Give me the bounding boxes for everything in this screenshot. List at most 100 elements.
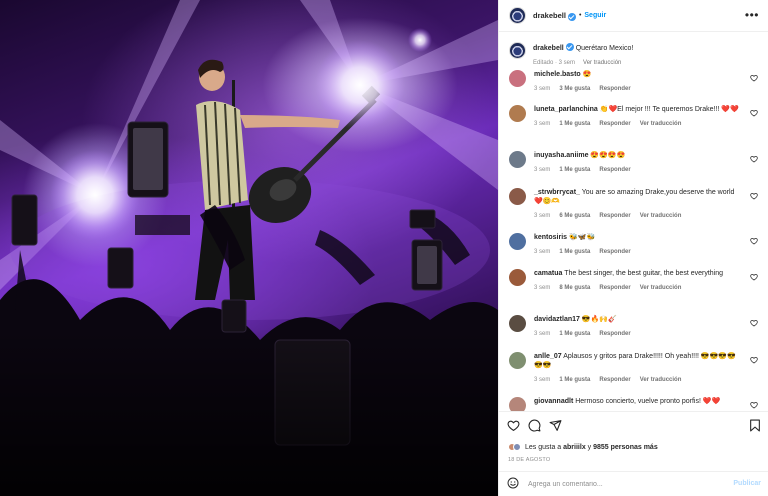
comment-icon[interactable] xyxy=(528,419,541,432)
commenter-username[interactable]: giovannadlt xyxy=(534,398,573,405)
comment-text: 😍 xyxy=(582,71,592,78)
comment-like-icon[interactable] xyxy=(750,109,758,117)
save-icon[interactable] xyxy=(749,419,761,432)
comment-item: inuyasha.aniime 😍😍😍😍 3 sem 1 Me gusta Respo… xyxy=(509,151,763,175)
commenter-username[interactable]: davidaztlan17 xyxy=(534,316,580,323)
reply-button[interactable]: Responder xyxy=(599,376,630,385)
comment-meta: 3 sem 6 Me gusta Responder Ver traducción xyxy=(534,212,739,221)
comment-body: inuyasha.aniime 😍😍😍😍 3 sem 1 Me gusta Respo… xyxy=(534,151,739,175)
likes-count[interactable]: 9855 personas más xyxy=(593,444,658,451)
post-photo[interactable] xyxy=(0,0,498,496)
post-date[interactable]: 18 DE AGOSTO xyxy=(508,457,550,463)
comment-input[interactable] xyxy=(528,480,718,488)
commenter-username[interactable]: anlle_07 xyxy=(534,353,562,360)
separator-dot: • xyxy=(578,12,582,19)
publish-button[interactable]: Publicar xyxy=(733,480,761,487)
comment-time[interactable]: 3 sem xyxy=(534,85,550,94)
caption-edited: Editado · 3 sem xyxy=(533,60,576,66)
emoji-icon[interactable] xyxy=(507,477,519,491)
comment-like-icon[interactable] xyxy=(750,74,758,82)
comment-like-icon[interactable] xyxy=(750,356,758,364)
heart-icon[interactable] xyxy=(507,419,520,432)
translate-link[interactable]: Ver traducción xyxy=(640,376,682,385)
reply-button[interactable]: Responder xyxy=(599,330,630,339)
comment-time[interactable]: 3 sem xyxy=(534,376,550,385)
comment-item: camatua The best singer, the best guitar… xyxy=(509,269,763,293)
comment-likes[interactable]: 1 Me gusta xyxy=(559,120,590,129)
commenter-avatar[interactable] xyxy=(509,233,526,250)
comment-likes[interactable]: 1 Me gusta xyxy=(559,166,590,175)
commenter-username[interactable]: camatua xyxy=(534,270,562,277)
verified-icon xyxy=(565,43,574,51)
commenter-username[interactable]: inuyasha.aniime xyxy=(534,152,588,159)
comment-likes[interactable]: 1 Me gusta xyxy=(559,248,590,257)
commenter-username[interactable]: luneta_parlanchina xyxy=(534,106,598,113)
comment-likes[interactable]: 8 Me gusta xyxy=(559,284,590,293)
author-username[interactable]: drakebell xyxy=(533,11,566,20)
instagram-post-viewer: drakebell • Seguir ••• drakebell Queréta… xyxy=(0,0,768,496)
reply-button[interactable]: Responder xyxy=(599,284,630,293)
commenter-avatar[interactable] xyxy=(509,352,526,369)
translate-link[interactable]: Ver traducción xyxy=(640,120,682,129)
comment-like-icon[interactable] xyxy=(750,401,758,409)
commenter-username[interactable]: _strwbrrycat_ xyxy=(534,189,580,196)
liker-username[interactable]: abriiilx xyxy=(563,444,586,451)
translate-link[interactable]: Ver traducción xyxy=(640,284,682,293)
comment-likes[interactable]: 1 Me gusta xyxy=(559,330,590,339)
caption-text: Querétaro Mexico! xyxy=(575,45,634,52)
comment-meta: 3 sem 1 Me gusta Responder Ver traducción xyxy=(534,120,739,129)
commenter-username[interactable]: kentosiris xyxy=(534,234,567,241)
reply-button[interactable]: Responder xyxy=(599,248,630,257)
commenter-avatar[interactable] xyxy=(509,315,526,332)
concert-illustration xyxy=(0,0,498,496)
comment-body: luneta_parlanchina 👏❤️El mejor !!! Te qu… xyxy=(534,105,739,129)
commenter-avatar[interactable] xyxy=(509,70,526,87)
comments-scroll-area[interactable]: drakebell Querétaro Mexico! Editado · 3 … xyxy=(499,33,768,411)
more-options-icon[interactable]: ••• xyxy=(745,9,759,21)
comment-time[interactable]: 3 sem xyxy=(534,212,550,221)
comment-time[interactable]: 3 sem xyxy=(534,120,550,129)
comment-like-icon[interactable] xyxy=(750,237,758,245)
reply-button[interactable]: Responder xyxy=(599,212,630,221)
comment-text: 👏❤️El mejor !!! Te queremos Drake!!! ❤️❤… xyxy=(599,106,739,113)
commenter-username[interactable]: michele.basto xyxy=(534,71,581,78)
comment-like-icon[interactable] xyxy=(750,273,758,281)
comment-likes[interactable]: 6 Me gusta xyxy=(559,212,590,221)
comment-likes[interactable]: 3 Me gusta xyxy=(559,85,590,94)
comment-time[interactable]: 3 sem xyxy=(534,248,550,257)
comment-meta: 3 sem 1 Me gusta Responder Ver traducción xyxy=(534,376,739,385)
comment-body: davidaztlan17 😎🔥🙌🎸 3 sem 1 Me gusta Respond… xyxy=(534,315,739,339)
commenter-avatar[interactable] xyxy=(509,151,526,168)
reply-button[interactable]: Responder xyxy=(599,85,630,94)
liker-avatar[interactable] xyxy=(513,443,521,451)
commenter-avatar[interactable] xyxy=(509,397,526,411)
comment-meta: 3 sem 1 Me gusta Responder xyxy=(534,248,739,257)
reply-button[interactable]: Responder xyxy=(599,120,630,129)
translate-link[interactable]: Ver traducción xyxy=(640,212,682,221)
comment-time[interactable]: 3 sem xyxy=(534,166,550,175)
commenter-avatar[interactable] xyxy=(509,105,526,122)
share-icon[interactable] xyxy=(549,419,562,432)
likes-conj: y xyxy=(585,443,594,451)
caption-avatar[interactable] xyxy=(509,42,526,59)
comment-item: anlle_07 Aplausos y gritos para Drake!!!… xyxy=(509,352,763,385)
caption-username[interactable]: drakebell xyxy=(533,45,564,52)
comment-body: camatua The best singer, the best guitar… xyxy=(534,269,739,293)
comment-body: kentosiris 🐝🦋🐝 3 sem 1 Me gusta Responder xyxy=(534,233,739,257)
comment-likes[interactable]: 1 Me gusta xyxy=(559,376,590,385)
comment-like-icon[interactable] xyxy=(750,319,758,327)
comment-like-icon[interactable] xyxy=(750,192,758,200)
comment-time[interactable]: 3 sem xyxy=(534,284,550,293)
author-avatar[interactable] xyxy=(509,7,526,24)
post-details-panel: drakebell • Seguir ••• drakebell Queréta… xyxy=(498,0,768,496)
comment-like-icon[interactable] xyxy=(750,155,758,163)
follow-button[interactable]: Seguir xyxy=(584,12,606,19)
caption-translate-link[interactable]: Ver traducción xyxy=(583,59,621,68)
likes-prefix: Les gusta a xyxy=(525,443,564,451)
comment-item: kentosiris 🐝🦋🐝 3 sem 1 Me gusta Responder xyxy=(509,233,763,257)
comment-time[interactable]: 3 sem xyxy=(534,330,550,339)
commenter-avatar[interactable] xyxy=(509,188,526,205)
commenter-avatar[interactable] xyxy=(509,269,526,286)
post-header: drakebell • Seguir ••• xyxy=(499,0,768,32)
reply-button[interactable]: Responder xyxy=(599,166,630,175)
